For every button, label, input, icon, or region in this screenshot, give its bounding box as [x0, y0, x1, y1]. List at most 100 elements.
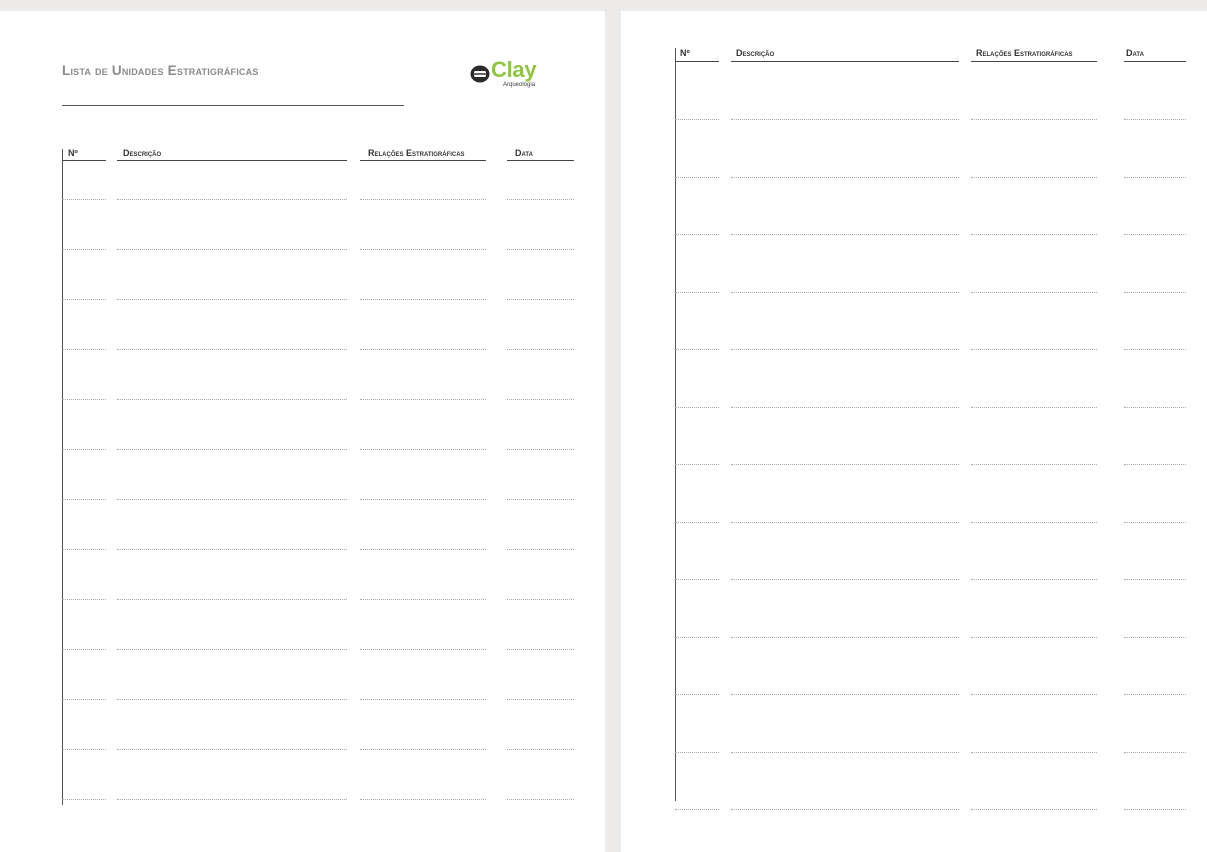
- row-9-number-line: [675, 579, 719, 580]
- row-1-description-line: [731, 119, 959, 120]
- header-underline-relations: [360, 160, 486, 161]
- row-4-date-line: [1124, 292, 1186, 293]
- row-10-relations-line: [971, 637, 1097, 638]
- row-10-description-line: [117, 649, 347, 650]
- row-9-date-line: [1124, 579, 1186, 580]
- row-3-date-line: [1124, 234, 1186, 235]
- row-13-number-line: [675, 809, 719, 810]
- row-6-relations-line: [360, 449, 486, 450]
- row-4-number-line: [62, 349, 106, 350]
- row-2-date-line: [507, 249, 574, 250]
- row-3-date-line: [507, 299, 574, 300]
- column-header-date: Data: [1126, 48, 1144, 58]
- row-7-description-line: [731, 464, 959, 465]
- row-1-number-line: [675, 119, 719, 120]
- row-4-description-line: [117, 349, 347, 350]
- row-13-number-line: [62, 799, 106, 800]
- header-underline-relations: [971, 61, 1097, 62]
- row-3-relations-line: [360, 299, 486, 300]
- row-5-relations-line: [971, 349, 1097, 350]
- header-underline-description: [117, 160, 347, 161]
- row-11-relations-line: [971, 694, 1097, 695]
- row-4-date-line: [507, 349, 574, 350]
- row-11-relations-line: [360, 699, 486, 700]
- row-2-description-line: [117, 249, 347, 250]
- document-page-left: Lista de Unidades Estratigráficas Clay A…: [0, 11, 605, 852]
- row-11-description-line: [117, 699, 347, 700]
- row-8-date-line: [1124, 522, 1186, 523]
- row-3-description-line: [117, 299, 347, 300]
- row-9-relations-line: [360, 599, 486, 600]
- column-header-number: Nº: [680, 48, 690, 58]
- row-10-relations-line: [360, 649, 486, 650]
- row-1-relations-line: [360, 199, 486, 200]
- row-7-number-line: [675, 464, 719, 465]
- clay-logo-icon: [470, 65, 490, 83]
- row-4-relations-line: [971, 292, 1097, 293]
- row-12-date-line: [1124, 752, 1186, 753]
- column-header-number: Nº: [68, 148, 78, 158]
- column-header-date: Data: [515, 148, 533, 158]
- row-5-date-line: [507, 399, 574, 400]
- document-title: Lista de Unidades Estratigráficas: [62, 63, 259, 78]
- row-13-date-line: [507, 799, 574, 800]
- row-12-date-line: [507, 749, 574, 750]
- row-3-relations-line: [971, 234, 1097, 235]
- row-13-date-line: [1124, 809, 1186, 810]
- row-6-description-line: [731, 407, 959, 408]
- row-8-relations-line: [971, 522, 1097, 523]
- row-12-relations-line: [971, 752, 1097, 753]
- row-9-number-line: [62, 599, 106, 600]
- document-page-right: Nº Descrição Relações Estratigráficas Da…: [621, 11, 1207, 852]
- row-13-relations-line: [360, 799, 486, 800]
- row-6-number-line: [675, 407, 719, 408]
- row-11-description-line: [731, 694, 959, 695]
- row-8-number-line: [62, 549, 106, 550]
- row-9-description-line: [117, 599, 347, 600]
- table-left-border: [675, 48, 676, 801]
- row-11-number-line: [675, 694, 719, 695]
- row-5-description-line: [731, 349, 959, 350]
- row-9-relations-line: [971, 579, 1097, 580]
- row-13-relations-line: [971, 809, 1097, 810]
- header-underline-number: [675, 61, 719, 62]
- row-1-description-line: [117, 199, 347, 200]
- row-5-number-line: [62, 399, 106, 400]
- row-13-description-line: [731, 809, 959, 810]
- row-3-number-line: [675, 234, 719, 235]
- row-4-description-line: [731, 292, 959, 293]
- row-8-relations-line: [360, 549, 486, 550]
- row-7-description-line: [117, 499, 347, 500]
- header-underline-date: [507, 160, 574, 161]
- row-7-date-line: [1124, 464, 1186, 465]
- row-12-relations-line: [360, 749, 486, 750]
- logo-subtitle: Arqueologia: [503, 82, 536, 88]
- row-8-number-line: [675, 522, 719, 523]
- column-header-description: Descrição: [736, 48, 775, 58]
- row-7-date-line: [507, 499, 574, 500]
- column-header-relations: Relações Estratigráficas: [976, 48, 1073, 58]
- logo-wordmark: Clay: [491, 57, 537, 82]
- header-underline-date: [1124, 61, 1186, 62]
- header-underline-description: [731, 61, 959, 62]
- row-6-date-line: [507, 449, 574, 450]
- column-header-description: Descrição: [123, 148, 162, 158]
- row-4-relations-line: [360, 349, 486, 350]
- row-8-description-line: [731, 522, 959, 523]
- row-9-description-line: [731, 579, 959, 580]
- row-1-date-line: [1124, 119, 1186, 120]
- row-11-number-line: [62, 699, 106, 700]
- row-2-relations-line: [971, 177, 1097, 178]
- row-5-description-line: [117, 399, 347, 400]
- row-1-relations-line: [971, 119, 1097, 120]
- row-1-date-line: [507, 199, 574, 200]
- row-7-relations-line: [971, 464, 1097, 465]
- row-5-date-line: [1124, 349, 1186, 350]
- row-6-relations-line: [971, 407, 1097, 408]
- row-10-number-line: [675, 637, 719, 638]
- row-2-number-line: [62, 249, 106, 250]
- title-underline: [62, 105, 404, 106]
- row-2-description-line: [731, 177, 959, 178]
- row-7-number-line: [62, 499, 106, 500]
- row-12-number-line: [675, 752, 719, 753]
